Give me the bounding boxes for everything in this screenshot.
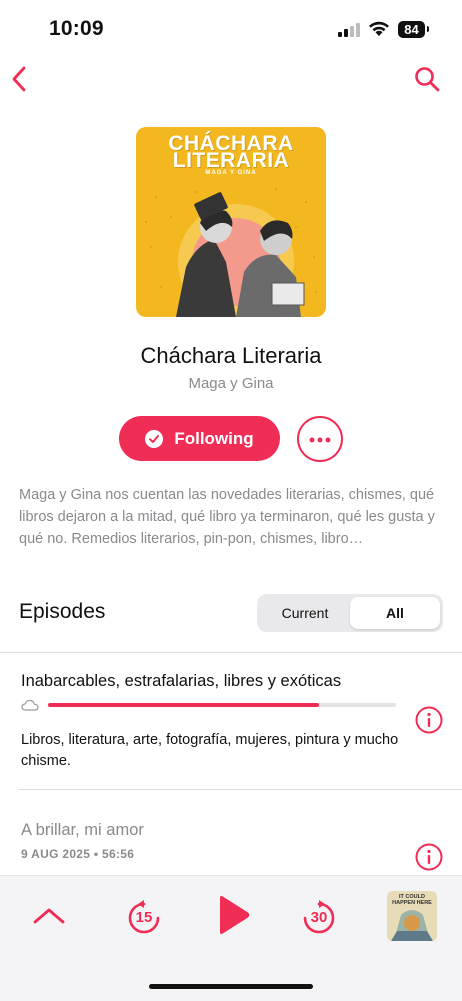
episode-info-button[interactable]: [415, 706, 443, 739]
info-icon: [415, 706, 443, 739]
divider: [19, 789, 462, 790]
info-icon: [415, 843, 443, 876]
podcast-description[interactable]: Maga y Gina nos cuentan las novedades li…: [19, 484, 447, 550]
episode-progress-bar: [48, 703, 396, 707]
cellular-signal-icon: [337, 22, 361, 43]
podcast-author[interactable]: Maga y Gina: [0, 375, 462, 392]
play-button[interactable]: [210, 894, 256, 940]
divider: [0, 652, 462, 653]
now-playing-artwork[interactable]: IT COULD HAPPEN HERE: [387, 891, 437, 941]
episodes-segmented-control: Current All: [257, 594, 443, 632]
ellipsis-icon: [309, 430, 331, 448]
podcast-title: Cháchara Literaria: [140, 343, 322, 368]
episode-progress-fill: [48, 703, 320, 707]
skip-forward-icon: 30: [300, 899, 338, 937]
skip-forward-seconds: 30: [310, 909, 328, 926]
episode-description: Libros, literatura, arte, fotografía, mu…: [21, 732, 399, 769]
checkmark-icon: [145, 429, 164, 448]
artwork-subtitle: MAGA Y GINA: [205, 170, 257, 176]
wifi-icon: [368, 20, 390, 42]
mini-art-title: IT COULD HAPPEN HERE: [392, 894, 432, 906]
chevron-up-icon: [32, 907, 66, 930]
battery-nub: [427, 26, 429, 32]
home-indicator: [149, 984, 313, 989]
podcast-artwork: CHÁCHARA LITERARIA MAGA Y GINA: [136, 127, 326, 317]
segment-current[interactable]: Current: [260, 597, 350, 629]
play-icon: [215, 895, 251, 940]
skip-back-seconds: 15: [135, 909, 153, 926]
skip-back-icon: 15: [125, 899, 163, 937]
episode-info-button[interactable]: [415, 843, 443, 876]
more-options-button[interactable]: [297, 416, 343, 462]
following-label: Following: [174, 428, 254, 448]
skip-back-button[interactable]: 15: [123, 897, 165, 939]
battery-indicator: 84: [398, 21, 425, 38]
search-button[interactable]: [410, 64, 444, 98]
artwork-title: CHÁCHARA LITERARIA: [168, 132, 294, 172]
chevron-left-icon: [11, 66, 27, 97]
episode-meta: 9 AUG 2025 • 56:56: [21, 847, 135, 861]
segment-all[interactable]: All: [350, 597, 440, 629]
episode-title[interactable]: Inabarcables, estrafalarias, libres y ex…: [21, 672, 341, 691]
episode-title[interactable]: A brillar, mi amor: [21, 821, 144, 840]
expand-player-button[interactable]: [28, 900, 70, 936]
episodes-heading: Episodes: [19, 600, 106, 623]
status-time: 10:09: [49, 17, 104, 40]
cloud-icon: [21, 698, 39, 716]
skip-forward-button[interactable]: 30: [298, 897, 340, 939]
search-icon: [414, 66, 440, 97]
back-button[interactable]: [2, 64, 36, 98]
following-button[interactable]: Following: [119, 416, 280, 461]
